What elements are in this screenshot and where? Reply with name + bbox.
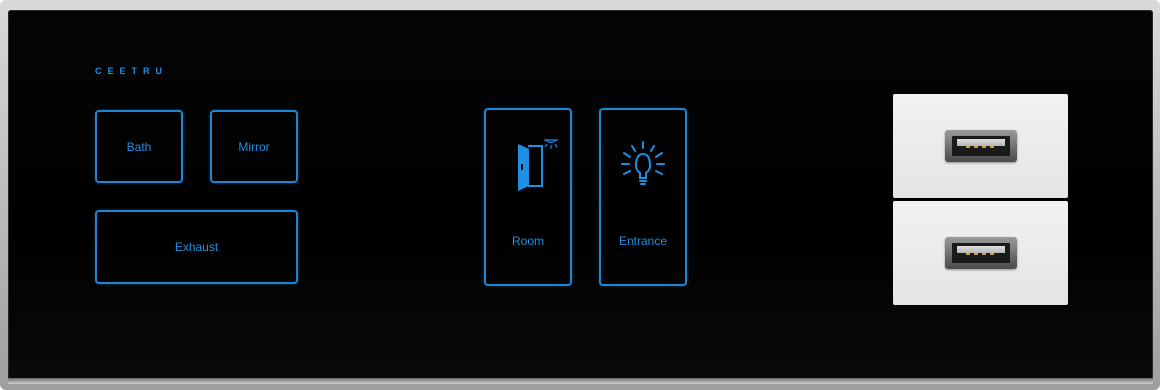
usb-tongue — [956, 246, 1005, 253]
exhaust-label: Exhaust — [174, 240, 219, 254]
bath-switch[interactable]: Bath — [95, 110, 183, 183]
exhaust-switch[interactable]: Exhaust — [95, 210, 298, 284]
door-with-light-icon — [498, 136, 558, 192]
room-switch[interactable]: Room — [484, 108, 572, 286]
usb-port-icon[interactable] — [944, 237, 1017, 269]
mirror-switch[interactable]: Mirror — [210, 110, 298, 183]
usb-module-bottom — [893, 201, 1068, 305]
switch-panel-frame: CEETRU Bath Mirror Exhaust Room Entrance — [0, 0, 1160, 390]
mirror-label: Mirror — [238, 139, 270, 154]
usb-contacts — [965, 253, 996, 255]
usb-slot — [951, 243, 1010, 263]
usb-contacts — [965, 146, 996, 148]
room-label: Room — [511, 234, 544, 248]
usb-tongue — [956, 139, 1005, 146]
entrance-switch[interactable]: Entrance — [599, 108, 687, 286]
usb-port-icon[interactable] — [944, 130, 1017, 162]
brand-logo: CEETRU — [95, 66, 169, 76]
bath-label: Bath — [126, 139, 152, 154]
usb-slot — [951, 136, 1010, 156]
usb-module-top — [893, 94, 1068, 198]
entrance-label: Entrance — [618, 234, 668, 248]
panel-bottom-rim — [8, 378, 1153, 384]
light-bulb-icon — [613, 136, 673, 192]
